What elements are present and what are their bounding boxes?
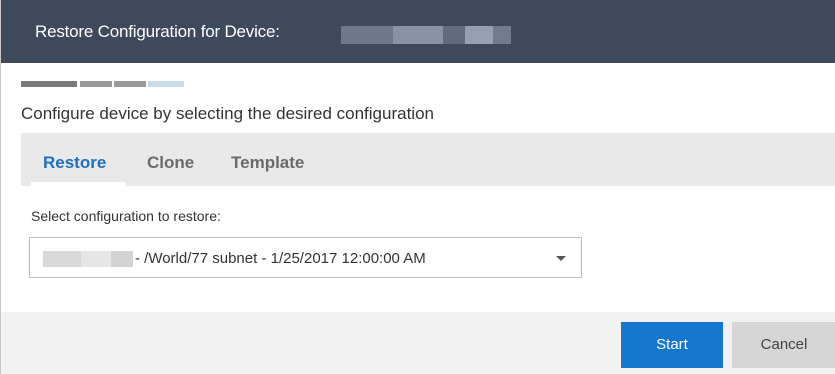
start-button[interactable]: Start <box>621 322 723 368</box>
selected-configuration: - /World/77 subnet - 1/25/2017 12:00:00 … <box>135 250 426 267</box>
dialog-title: Restore Configuration for Device: <box>35 22 280 41</box>
active-tab-indicator <box>31 182 126 186</box>
configuration-select[interactable]: - /World/77 subnet - 1/25/2017 12:00:00 … <box>29 237 582 278</box>
tab-bar: Restore Clone Template <box>21 133 835 186</box>
dialog-subtitle: Configure device by selecting the desire… <box>21 104 434 123</box>
tab-restore[interactable]: Restore <box>43 153 106 173</box>
chevron-down-icon <box>556 256 566 261</box>
cancel-button[interactable]: Cancel <box>732 322 835 368</box>
dialog-titlebar: Restore Configuration for Device: <box>1 0 835 63</box>
device-image <box>21 78 184 90</box>
redacted-device-name <box>341 26 511 44</box>
tab-clone[interactable]: Clone <box>147 153 194 173</box>
restore-config-label: Select configuration to restore: <box>31 208 221 224</box>
tab-template[interactable]: Template <box>231 153 304 173</box>
redacted-device-address <box>43 251 133 267</box>
restore-configuration-dialog: Restore Configuration for Device: Config… <box>0 0 835 374</box>
